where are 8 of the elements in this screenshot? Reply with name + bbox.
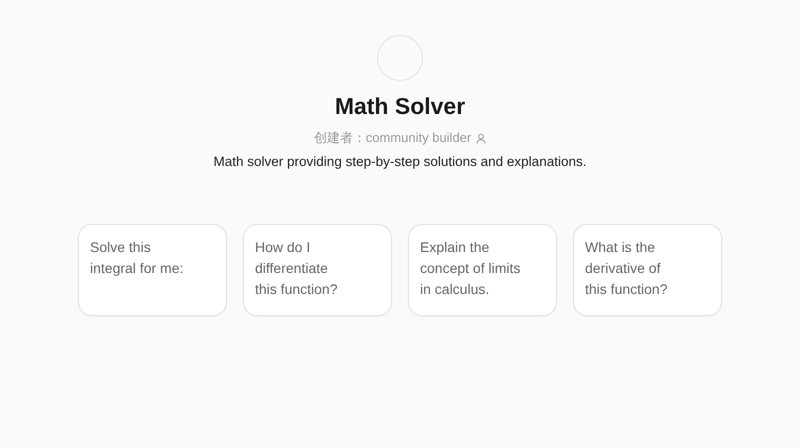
person-icon <box>476 132 486 144</box>
bot-name: Math Solver <box>334 93 466 120</box>
creator-label: 创建者：community builder <box>314 129 472 147</box>
bot-description: Math solver providing step-by-step solutions and explanations. <box>214 154 586 169</box>
suggestion-card[interactable]: What is the derivative of this function? <box>573 224 722 316</box>
suggestion-card[interactable]: How do I differentiate this function? <box>243 224 392 316</box>
suggestion-card[interactable]: Explain the concept of limits in calculus. <box>408 224 557 316</box>
suggestion-card[interactable]: Solve this integral for me: <box>78 224 227 316</box>
